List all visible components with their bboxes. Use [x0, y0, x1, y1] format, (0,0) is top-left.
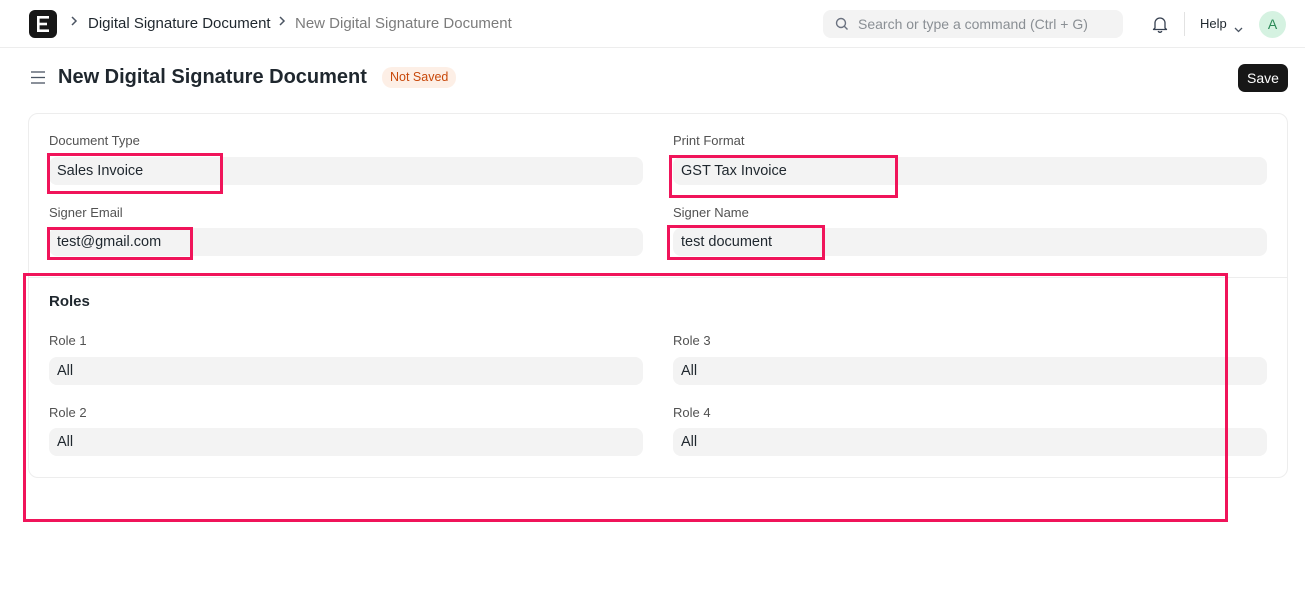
signer-name-label: Signer Name — [673, 205, 749, 220]
signer-email-field[interactable]: test@gmail.com — [49, 228, 643, 256]
role-2-label: Role 2 — [49, 405, 87, 420]
form-card: Document Type Sales Invoice Print Format… — [28, 113, 1288, 478]
page-title: New Digital Signature Document — [58, 66, 367, 88]
section-divider — [29, 277, 1287, 278]
bell-icon[interactable] — [1152, 15, 1168, 38]
role-3-field[interactable]: All — [673, 357, 1267, 385]
navbar-divider — [1184, 12, 1185, 36]
role-1-field[interactable]: All — [49, 357, 643, 385]
status-badge: Not Saved — [382, 67, 457, 88]
document-type-label: Document Type — [49, 133, 140, 148]
help-menu[interactable]: Help — [1200, 16, 1227, 31]
avatar[interactable]: A — [1259, 11, 1286, 38]
search-bar[interactable] — [823, 10, 1123, 38]
search-icon — [835, 17, 849, 36]
chevron-right-icon — [278, 15, 286, 30]
chevron-down-icon[interactable] — [1234, 20, 1243, 38]
save-button[interactable]: Save — [1238, 64, 1288, 92]
signer-email-label: Signer Email — [49, 205, 123, 220]
role-1-label: Role 1 — [49, 333, 87, 348]
print-format-field[interactable]: GST Tax Invoice — [673, 157, 1267, 185]
menu-icon[interactable] — [31, 71, 45, 89]
search-input[interactable] — [858, 10, 1116, 38]
chevron-right-icon — [70, 15, 78, 30]
role-4-field[interactable]: All — [673, 428, 1267, 456]
breadcrumb-digital-signature-document[interactable]: Digital Signature Document — [88, 15, 271, 32]
role-3-label: Role 3 — [673, 333, 711, 348]
role-4-label: Role 4 — [673, 405, 711, 420]
document-type-field[interactable]: Sales Invoice — [49, 157, 643, 185]
navbar: Digital Signature Document New Digital S… — [0, 0, 1305, 48]
roles-section-title: Roles — [49, 293, 90, 310]
role-2-field[interactable]: All — [49, 428, 643, 456]
print-format-label: Print Format — [673, 133, 745, 148]
app-logo-icon[interactable] — [29, 10, 57, 38]
breadcrumb-new-document[interactable]: New Digital Signature Document — [295, 15, 512, 32]
signer-name-field[interactable]: test document — [673, 228, 1267, 256]
